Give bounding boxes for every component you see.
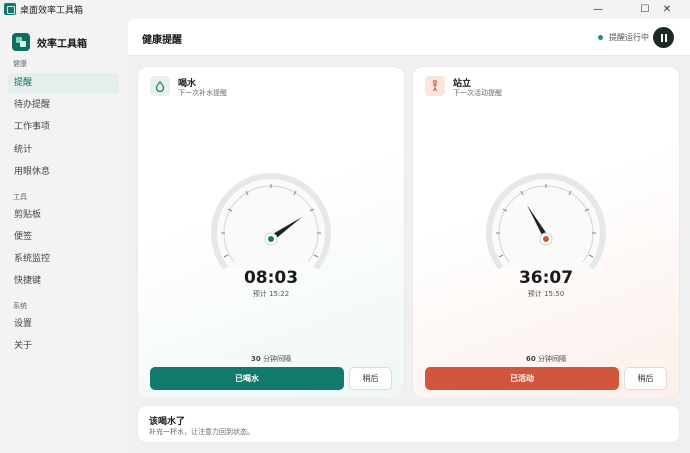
water-interval-value: 30 [251,355,261,363]
brand-name: 效率工具箱 [37,38,87,50]
notice-panel: 该喝水了 补充一杯水，让注意力回到状态。 [138,406,679,442]
page-header: 健康提醒 提醒运行中 [128,19,690,56]
nav-section-system: 系统 [13,302,27,310]
water-interval: 30 分钟间隔 [138,354,404,364]
status-dot-icon [598,35,603,40]
standing-person-icon [425,76,445,96]
stand-interval: 60 分钟间隔 [413,354,679,364]
sidebar-item-eye-rest[interactable]: 用眼休息 [8,162,119,183]
sidebar-item-clipboard[interactable]: 剪贴板 [8,205,119,226]
stand-interval-value: 60 [526,355,536,363]
app-icon [4,3,16,15]
brand-logo-icon [12,33,30,51]
stand-gauge-hub-dot [543,236,549,242]
stand-card-subtitle: 下一次活动提醒 [453,89,502,97]
brand: 效率工具箱 [12,33,87,51]
standing-person-svg [433,80,437,92]
water-card-subtitle: 下一次补水提醒 [178,89,227,97]
main-content: 健康提醒 提醒运行中 喝水 下一次补水提醒 08:03 预计 15:22 30 … [128,19,690,453]
sidebar-item-settings[interactable]: 设置 [8,314,119,335]
water-snooze-button[interactable]: 稍后 [349,367,392,390]
pause-button[interactable] [653,27,674,48]
sidebar-item-todo-reminder[interactable]: 待办提醒 [8,95,119,116]
stand-gauge [486,173,606,270]
stand-countdown: 36:07 [518,268,574,288]
stand-card: 站立 下一次活动提醒 36:07 预计 15:50 60 分钟间隔 已活动 稍后 [413,67,679,398]
drank-water-button[interactable]: 已喝水 [150,367,344,390]
droplet-svg [155,80,165,92]
sidebar-item-system-monitor[interactable]: 系统监控 [8,249,119,270]
sidebar-item-notes[interactable]: 便签 [8,227,119,248]
notice-title: 该喝水了 [149,417,186,427]
sidebar: 效率工具箱 健康 提醒 待办提醒 工作事项 统计 用眼休息 工具 剪贴板 便签 … [0,19,128,453]
stand-eta: 预计 15:50 [527,290,565,298]
stand-snooze-button[interactable]: 稍后 [624,367,667,390]
water-gauge [211,173,331,270]
water-interval-unit: 分钟间隔 [262,355,291,363]
water-gauge-hub-dot [268,236,274,242]
sidebar-item-work-items[interactable]: 工作事项 [8,117,119,138]
droplet-icon [150,76,170,96]
pause-icon [660,33,663,42]
sidebar-item-stats[interactable]: 统计 [8,140,119,161]
sidebar-item-reminder[interactable]: 提醒 [8,73,119,94]
water-eta: 预计 15:22 [252,290,290,298]
sidebar-item-about[interactable]: 关于 [8,336,119,357]
nav-section-tools: 工具 [13,193,27,201]
close-button[interactable]: ✕ [644,0,690,19]
nav-section-health: 健康 [13,60,27,68]
pause-icon-bar [664,33,667,42]
minimize-button[interactable]: — [575,0,621,19]
water-card: 喝水 下一次补水提醒 08:03 预计 15:22 30 分钟间隔 已喝水 稍后 [138,67,404,398]
status-text: 提醒运行中 [609,33,649,42]
page-title: 健康提醒 [142,35,182,46]
water-countdown: 08:03 [243,268,299,288]
did-activity-button[interactable]: 已活动 [425,367,619,390]
sidebar-item-shortcuts[interactable]: 快捷键 [8,271,119,292]
notice-subtitle: 补充一杯水，让注意力回到状态。 [149,428,254,436]
stand-interval-unit: 分钟间隔 [537,355,566,363]
title-bar: 桌面效率工具箱 — ☐ ✕ [0,0,690,19]
window-title: 桌面效率工具箱 [20,6,84,16]
